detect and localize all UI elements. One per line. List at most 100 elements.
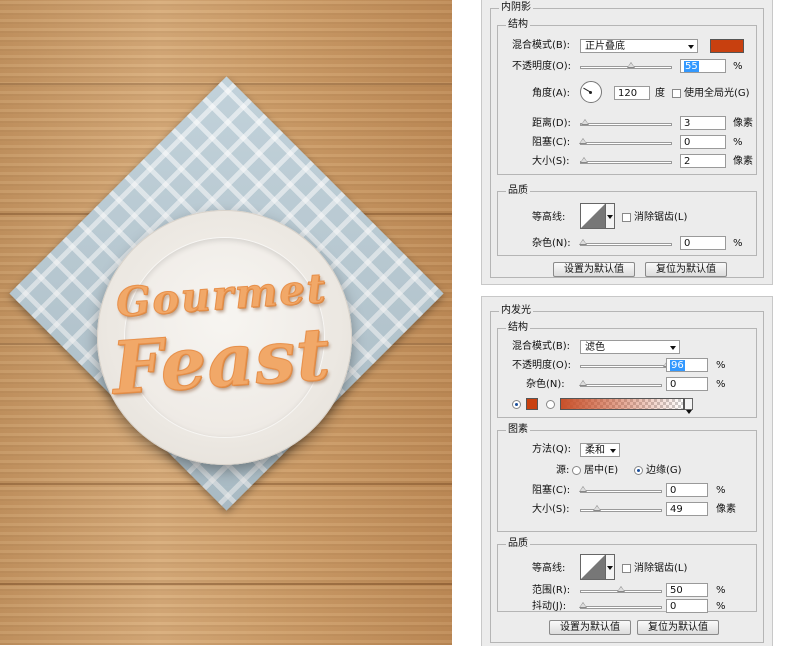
angle-label: 角度(A):: [532, 88, 571, 99]
inner-shadow-title: 内阴影: [499, 2, 533, 14]
slider-thumb[interactable]: [626, 62, 635, 68]
global-light-checkbox[interactable]: [672, 89, 681, 98]
distance-input[interactable]: 3: [680, 116, 726, 130]
source-center-radio[interactable]: [572, 466, 581, 475]
slider-thumb[interactable]: [617, 586, 625, 592]
blend-mode-select[interactable]: 正片叠底: [580, 39, 698, 53]
slider-thumb[interactable]: [578, 138, 587, 144]
structure-legend: 结构: [506, 322, 530, 334]
inner-glow-quality-group: 品质 等高线: 消除锯齿(L) 范围(R): 50 % 抖动(J): 0 %: [497, 538, 757, 613]
range-slider[interactable]: [580, 586, 662, 593]
anti-alias-checkbox[interactable]: [622, 564, 631, 573]
opacity-slider[interactable]: [580, 62, 672, 69]
choke-unit: %: [716, 485, 726, 496]
technique-select[interactable]: 柔和: [580, 443, 620, 457]
artwork-title-line-2: Feast: [109, 310, 334, 411]
range-input[interactable]: 50: [666, 583, 708, 597]
slider-thumb[interactable]: [593, 505, 601, 511]
quality-legend: 品质: [506, 538, 530, 550]
noise-slider[interactable]: [578, 239, 672, 246]
jitter-label: 抖动(J):: [532, 601, 567, 612]
choke-input[interactable]: 0: [666, 483, 708, 497]
inner-glow-panel: 内发光 结构 混合模式(B): 滤色 不透明度(O): 96 % 杂色(N): …: [481, 296, 773, 646]
angle-dial[interactable]: [580, 81, 602, 103]
size-unit: 像素: [733, 156, 753, 167]
blend-mode-label: 混合模式(B):: [512, 341, 571, 352]
range-unit: %: [716, 585, 726, 596]
size-slider[interactable]: [579, 157, 672, 164]
blend-mode-select[interactable]: 滤色: [580, 340, 680, 354]
choke-slider[interactable]: [578, 138, 672, 145]
noise-unit: %: [716, 379, 726, 390]
contour-curve-icon: [581, 555, 605, 579]
inner-shadow-group: 内阴影 结构 混合模式(B): 正片叠底 不透明度(O): 55 % 角度(A)…: [490, 2, 764, 278]
contour-picker[interactable]: [580, 203, 606, 229]
solid-color-radio[interactable]: [512, 400, 521, 409]
source-edge-label: 边缘(G): [646, 465, 682, 476]
inner-glow-elements-group: 图素 方法(Q): 柔和 源: 居中(E) 边缘(G) 阻塞(C): 0 % 大…: [497, 424, 757, 532]
size-input[interactable]: 49: [666, 502, 708, 516]
anti-alias-label: 消除锯齿(L): [634, 563, 688, 574]
size-input[interactable]: 2: [680, 154, 726, 168]
size-label: 大小(S):: [532, 156, 570, 167]
inner-glow-group: 内发光 结构 混合模式(B): 滤色 不透明度(O): 96 % 杂色(N): …: [490, 305, 764, 643]
opacity-input[interactable]: 96: [666, 358, 708, 372]
shadow-color-swatch[interactable]: [710, 39, 744, 53]
anti-alias-checkbox[interactable]: [622, 213, 631, 222]
gradient-dropdown-button[interactable]: [684, 398, 693, 414]
opacity-label: 不透明度(O):: [512, 61, 572, 72]
choke-slider[interactable]: [578, 486, 662, 493]
chevron-down-icon: [610, 449, 616, 453]
slider-thumb[interactable]: [580, 119, 589, 125]
blend-mode-value: 滤色: [585, 342, 605, 353]
choke-label: 阻塞(C):: [532, 137, 571, 148]
size-slider[interactable]: [580, 505, 662, 512]
global-light-label: 使用全局光(G): [684, 88, 750, 99]
range-label: 范围(R):: [532, 585, 571, 596]
reset-default-button[interactable]: 复位为默认值: [637, 620, 719, 635]
slider-thumb[interactable]: [578, 602, 587, 608]
slider-thumb[interactable]: [578, 486, 587, 492]
contour-curve-icon: [581, 204, 605, 228]
distance-slider[interactable]: [580, 119, 672, 126]
size-label: 大小(S):: [532, 504, 570, 515]
inner-shadow-panel: 内阴影 结构 混合模式(B): 正片叠底 不透明度(O): 55 % 角度(A)…: [481, 0, 773, 285]
chevron-down-icon: [688, 45, 694, 49]
opacity-input[interactable]: 55: [680, 59, 726, 73]
gradient-radio[interactable]: [546, 400, 555, 409]
inner-glow-title: 内发光: [499, 305, 533, 317]
angle-input[interactable]: 120: [614, 86, 650, 100]
angle-unit: 度: [655, 88, 665, 99]
contour-dropdown-button[interactable]: [606, 554, 615, 580]
inner-glow-structure-group: 结构 混合模式(B): 滤色 不透明度(O): 96 % 杂色(N): 0 %: [497, 322, 757, 418]
anti-alias-label: 消除锯齿(L): [634, 212, 688, 223]
quality-legend: 品质: [506, 185, 530, 197]
choke-label: 阻塞(C):: [532, 485, 571, 496]
slider-thumb[interactable]: [578, 380, 587, 386]
opacity-unit: %: [733, 61, 743, 72]
technique-value: 柔和: [585, 445, 605, 456]
set-default-button[interactable]: 设置为默认值: [549, 620, 631, 635]
slider-thumb[interactable]: [579, 157, 588, 163]
noise-input[interactable]: 0: [666, 377, 708, 391]
slider-thumb[interactable]: [578, 239, 587, 245]
set-default-button[interactable]: 设置为默认值: [553, 262, 635, 277]
choke-unit: %: [733, 137, 743, 148]
reset-default-button[interactable]: 复位为默认值: [645, 262, 727, 277]
choke-input[interactable]: 0: [680, 135, 726, 149]
noise-slider[interactable]: [578, 380, 662, 387]
noise-input[interactable]: 0: [680, 236, 726, 250]
glow-color-swatch[interactable]: [526, 398, 538, 410]
gradient-preview[interactable]: [560, 398, 684, 410]
noise-label: 杂色(N):: [532, 238, 571, 249]
technique-label: 方法(Q):: [532, 444, 572, 455]
opacity-slider[interactable]: [580, 361, 672, 368]
source-label: 源:: [556, 465, 570, 476]
contour-picker[interactable]: [580, 554, 606, 580]
jitter-input[interactable]: 0: [666, 599, 708, 613]
contour-dropdown-button[interactable]: [606, 203, 615, 229]
jitter-slider[interactable]: [578, 602, 662, 609]
contour-label: 等高线:: [532, 563, 566, 574]
noise-label: 杂色(N):: [526, 379, 565, 390]
source-edge-radio[interactable]: [634, 466, 643, 475]
